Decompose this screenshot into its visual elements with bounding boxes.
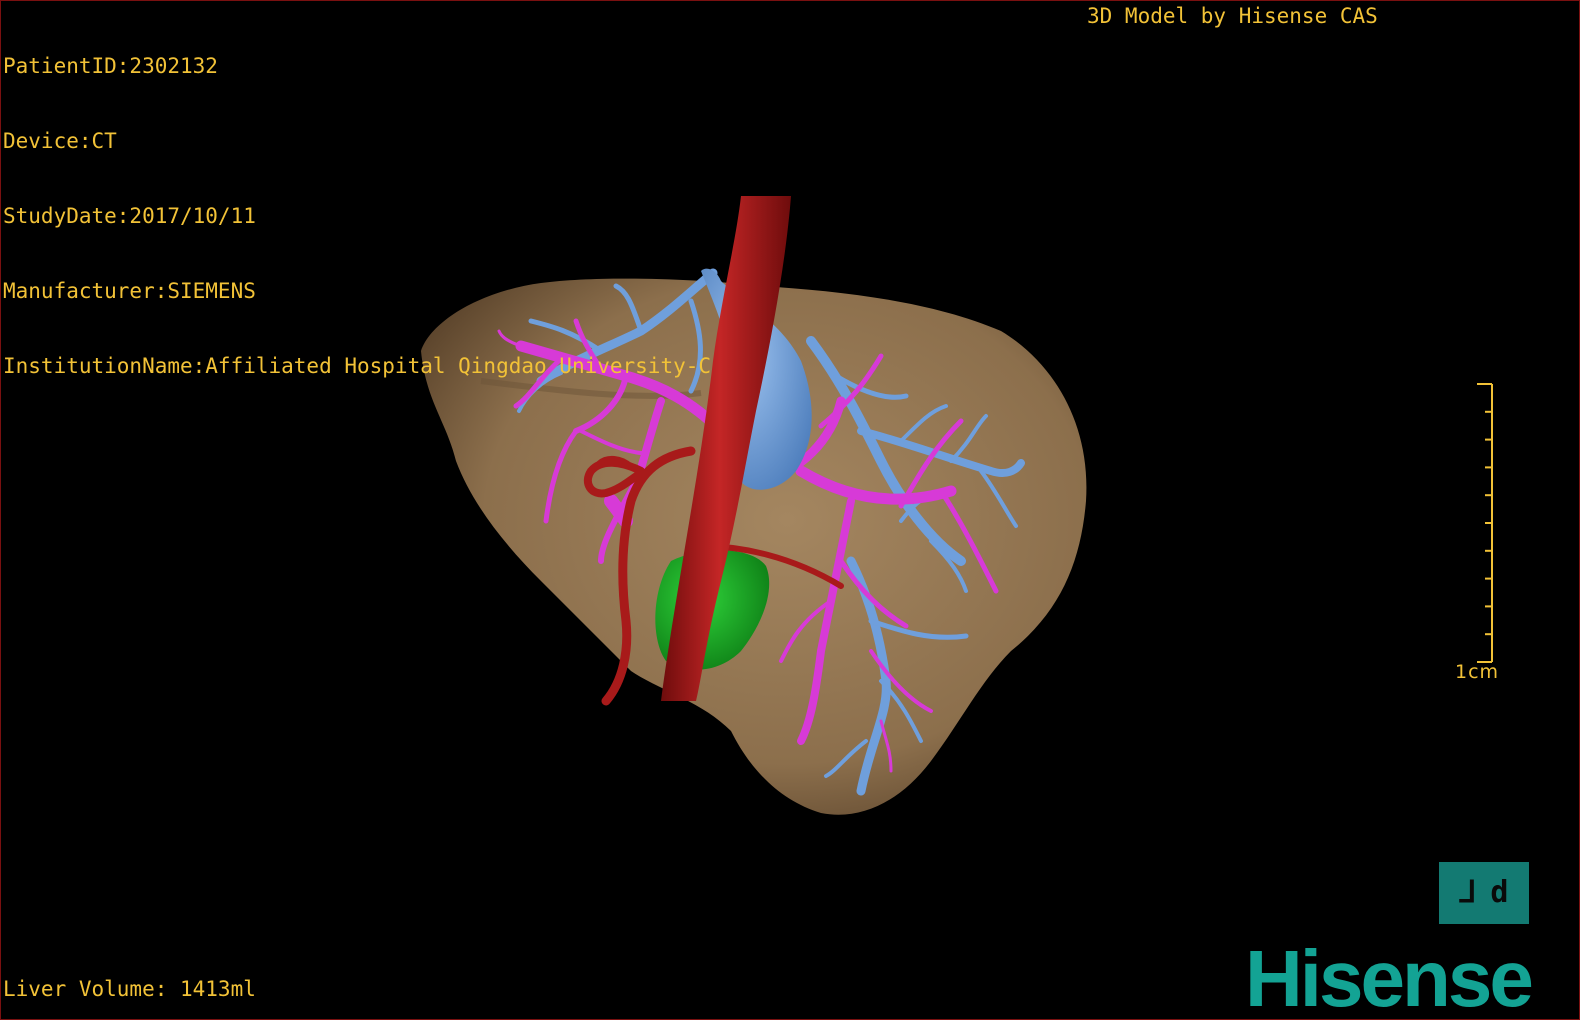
orientation-right-glyph: d xyxy=(1490,875,1509,910)
hisense-logo: Hisense xyxy=(1245,934,1534,1020)
patient-id: PatientID:2302132 xyxy=(3,54,218,78)
3d-viewport[interactable]: PatientID:2302132 Device:CT StudyDate:20… xyxy=(0,0,1580,1020)
device: Device:CT xyxy=(3,129,117,153)
liver-volume: Liver Volume: 1413ml xyxy=(3,977,256,1001)
scale-label: 1cm xyxy=(1455,661,1500,683)
orientation-left-glyph: ⅃ xyxy=(1459,875,1477,910)
orientation-marker-icon[interactable]: ⅃ d xyxy=(1439,862,1529,924)
dicom-info-overlay: PatientID:2302132 Device:CT StudyDate:20… xyxy=(3,4,711,429)
brand-text: 3D Model by Hisense CAS xyxy=(1087,4,1378,28)
manufacturer: Manufacturer:SIEMENS xyxy=(3,279,256,303)
institution-name: InstitutionName:Affiliated Hospital Qing… xyxy=(3,354,712,378)
study-date: StudyDate:2017/10/11 xyxy=(3,204,256,228)
scale-bar-icon xyxy=(1477,383,1493,663)
